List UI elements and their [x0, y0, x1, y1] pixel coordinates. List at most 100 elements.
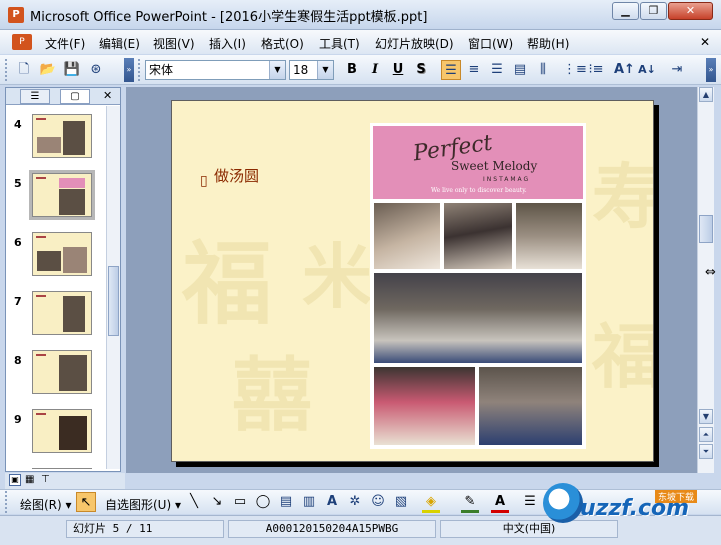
- align-center-icon[interactable]: ≡: [464, 60, 484, 80]
- toolbar: 🗋 📂 💾 ⊛ » 宋体 ▼ 18 ▼ B I U S ☰ ≡ ☰ ▤ ⫼ ⋮≡…: [0, 55, 721, 85]
- toolbar-handle[interactable]: [5, 491, 8, 513]
- close-button[interactable]: ✕: [668, 2, 713, 20]
- language-indicator: 中文(中国): [440, 520, 618, 538]
- photo-collage[interactable]: Perfect Sweet Melody INSTAMAG We live on…: [370, 123, 586, 449]
- current-slide[interactable]: 福 囍 米 寿 福 ▯ 做汤圆 Perfect Sweet Melody INS…: [171, 100, 654, 462]
- underline-button[interactable]: U: [388, 60, 408, 80]
- slide-number: 5: [14, 177, 22, 190]
- menu-insert[interactable]: 插入(I): [209, 35, 246, 52]
- new-file-icon[interactable]: 🗋: [14, 60, 34, 80]
- menu-file[interactable]: 文件(F): [45, 35, 85, 52]
- font-color-icon[interactable]: A: [490, 492, 510, 512]
- increase-font-icon[interactable]: A↑: [614, 60, 635, 80]
- slide-thumbnail[interactable]: [32, 350, 92, 394]
- toolbar-handle[interactable]: [5, 59, 8, 81]
- slide-thumbnail[interactable]: [32, 468, 92, 469]
- arrow-icon[interactable]: ↘: [207, 492, 227, 512]
- close-document-icon[interactable]: ✕: [700, 35, 710, 49]
- scroll-down-icon[interactable]: ▼: [699, 409, 713, 424]
- toolbar-options-icon[interactable]: »: [706, 58, 716, 82]
- previous-slide-icon[interactable]: ⏶: [699, 427, 713, 442]
- diagram-icon[interactable]: ✲: [345, 492, 365, 512]
- menu-window[interactable]: 窗口(W): [468, 35, 513, 52]
- font-size-value: 18: [293, 63, 309, 77]
- save-icon[interactable]: 💾: [62, 60, 82, 80]
- toolbar-options-icon[interactable]: »: [124, 58, 134, 82]
- bold-button[interactable]: B: [342, 60, 362, 80]
- thumbnail-scrollbar[interactable]: [106, 106, 120, 469]
- slideshow-view-icon[interactable]: ⊤: [41, 474, 53, 486]
- indent-icon[interactable]: ⇥: [667, 60, 687, 80]
- menu-edit[interactable]: 编辑(E): [99, 35, 140, 52]
- draw-menu[interactable]: 绘图(R) ▾: [20, 496, 72, 513]
- photo[interactable]: [373, 366, 476, 446]
- photo[interactable]: [478, 366, 583, 446]
- menu-help[interactable]: 帮助(H): [527, 35, 569, 52]
- open-folder-icon[interactable]: 📂: [38, 60, 58, 80]
- align-right-icon[interactable]: ☰: [487, 60, 507, 80]
- slide-number: 6: [14, 236, 22, 249]
- clipart-icon[interactable]: ☺: [368, 492, 388, 512]
- maximize-button[interactable]: ❐: [640, 2, 667, 20]
- slide-thumbnail[interactable]: [32, 232, 92, 276]
- scrollbar-thumb[interactable]: [699, 215, 713, 243]
- photo[interactable]: [373, 202, 441, 270]
- rectangle-icon[interactable]: ▭: [230, 492, 250, 512]
- textbox-icon[interactable]: ▤: [276, 492, 296, 512]
- photo[interactable]: [443, 202, 513, 270]
- tab-outline[interactable]: ☰: [20, 89, 50, 104]
- chevron-down-icon[interactable]: ▼: [317, 61, 333, 79]
- chevron-down-icon[interactable]: ▼: [269, 61, 285, 79]
- autoshapes-menu[interactable]: 自选图形(U) ▾: [105, 496, 181, 513]
- distribute-icon[interactable]: ▤: [510, 60, 530, 80]
- wordart-icon[interactable]: A: [322, 492, 342, 512]
- align-left-icon[interactable]: ☰: [441, 60, 461, 80]
- font-name-select[interactable]: 宋体 ▼: [145, 60, 286, 80]
- slide-number: 8: [14, 354, 22, 367]
- slides-pane: ☰ ▢ ✕ 4 5 6 7 8 9 10: [5, 87, 121, 472]
- minimize-button[interactable]: ▁: [612, 2, 639, 20]
- vertical-textbox-icon[interactable]: ▥: [299, 492, 319, 512]
- menu-tools[interactable]: 工具(T): [319, 35, 360, 52]
- scroll-up-icon[interactable]: ▲: [699, 87, 713, 102]
- close-pane-icon[interactable]: ✕: [103, 89, 112, 102]
- next-slide-icon[interactable]: ⏷: [699, 444, 713, 459]
- slide-thumbnail[interactable]: [32, 114, 92, 158]
- shadow-button[interactable]: S: [411, 60, 431, 80]
- line-color-icon[interactable]: ✎: [460, 492, 480, 512]
- slide-bullet-text[interactable]: 做汤圆: [214, 165, 259, 186]
- menu-slideshow[interactable]: 幻灯片放映(D): [375, 35, 454, 52]
- photo[interactable]: [373, 272, 583, 364]
- line-icon[interactable]: ╲: [184, 492, 204, 512]
- tab-slides[interactable]: ▢: [60, 89, 90, 104]
- normal-view-icon[interactable]: ▣: [9, 474, 21, 486]
- slide-scrollbar[interactable]: ▲ ▼ ⏶ ⏷: [697, 87, 714, 473]
- columns-icon[interactable]: ⫼: [533, 60, 553, 80]
- powerpoint-icon[interactable]: P: [8, 7, 24, 23]
- toolbar-handle[interactable]: [138, 59, 141, 81]
- slide-thumbnail-selected[interactable]: [29, 170, 95, 220]
- menu-format[interactable]: 格式(O): [261, 35, 304, 52]
- photo[interactable]: [515, 202, 583, 270]
- bullets-icon[interactable]: ⁝≡: [586, 60, 606, 80]
- slide-number: 7: [14, 295, 22, 308]
- resize-cursor-icon: ⇔: [705, 265, 716, 280]
- font-size-select[interactable]: 18 ▼: [289, 60, 334, 80]
- picture-icon[interactable]: ▧: [391, 492, 411, 512]
- menu-view[interactable]: 视图(V): [153, 35, 195, 52]
- select-pointer-icon[interactable]: ↖: [76, 492, 96, 512]
- window-title: Microsoft Office PowerPoint - [2016小学生寒假…: [30, 10, 428, 25]
- decrease-font-icon[interactable]: A↓: [637, 60, 657, 80]
- permission-icon[interactable]: ⊛: [86, 60, 106, 80]
- fill-color-swatch: [422, 510, 440, 513]
- sorter-view-icon[interactable]: ▦: [25, 474, 37, 486]
- slide-thumbnail[interactable]: [32, 291, 92, 335]
- italic-button[interactable]: I: [365, 60, 385, 80]
- document-icon[interactable]: P: [12, 34, 32, 50]
- scrollbar-thumb[interactable]: [108, 266, 119, 336]
- numbering-icon[interactable]: ⋮≡: [563, 60, 587, 80]
- oval-icon[interactable]: ◯: [253, 492, 273, 512]
- slide-thumbnail[interactable]: [32, 409, 92, 453]
- line-style-icon[interactable]: ☰: [520, 492, 540, 512]
- fill-color-icon[interactable]: ◈: [421, 492, 441, 512]
